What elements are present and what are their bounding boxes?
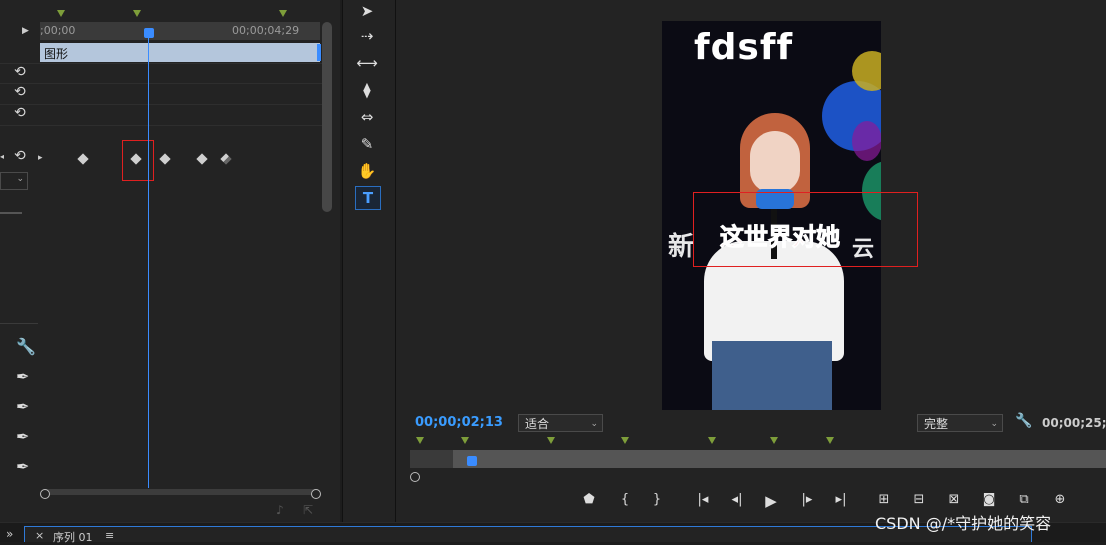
expand-panels-icon[interactable]: » — [6, 527, 13, 541]
nav-right-icon[interactable]: ▸ — [38, 153, 43, 163]
type-tool-icon[interactable]: T — [355, 186, 381, 210]
current-timecode[interactable]: 00;00;02;13 — [415, 415, 503, 430]
go-to-in-icon[interactable]: |◂ — [693, 492, 713, 507]
bokeh-light — [852, 121, 881, 161]
row-divider — [0, 104, 322, 105]
tab-menu-icon[interactable]: ≡ — [105, 529, 114, 542]
playhead-handle[interactable] — [144, 28, 154, 38]
duration-timecode: 00;00;25;1 — [1042, 416, 1106, 430]
vertical-scrollbar[interactable] — [322, 22, 332, 212]
eyedropper-icon[interactable]: ✒ — [16, 397, 29, 416]
clip-bar[interactable]: 图形 — [40, 43, 320, 62]
zoom-handle[interactable] — [410, 472, 420, 482]
nav-left-icon[interactable]: ◂ — [0, 152, 4, 161]
pen-tool-icon[interactable]: ✎ — [355, 133, 379, 155]
selection-tool-icon[interactable]: ➤ — [355, 0, 379, 22]
export-icon[interactable]: ⇱ — [303, 503, 313, 517]
marker[interactable] — [416, 437, 424, 444]
row-divider — [0, 63, 322, 64]
zoom-select[interactable]: 适合 ⌄ — [518, 414, 603, 432]
eyedropper-icon[interactable]: ✒ — [16, 427, 29, 446]
marker[interactable] — [826, 437, 834, 444]
dropdown-stub[interactable]: ⌄ — [0, 172, 28, 190]
audio-clip-icon[interactable]: ♪ — [276, 503, 284, 517]
marker[interactable] — [770, 437, 778, 444]
scroll-handle-right[interactable] — [311, 489, 321, 499]
close-icon[interactable]: × — [35, 529, 44, 542]
clip-end-handle[interactable] — [317, 44, 321, 61]
go-to-out-icon[interactable]: ▸| — [831, 492, 851, 507]
camera-icon[interactable]: ◙ — [979, 492, 999, 507]
settings-wrench-icon[interactable]: 🔧 — [1015, 413, 1032, 429]
step-forward-icon[interactable]: |▸ — [797, 492, 817, 507]
chevron-down-icon: ⌄ — [990, 419, 998, 429]
row-divider — [0, 83, 322, 84]
marker[interactable] — [461, 437, 469, 444]
hand-tool-icon[interactable]: ✋ — [355, 160, 379, 182]
razor-tool-icon[interactable]: ⧫ — [355, 79, 379, 101]
person-face — [750, 131, 800, 193]
lift-icon[interactable]: ⊠ — [944, 492, 964, 507]
wrench-icon[interactable]: 🔧 — [16, 337, 36, 356]
reset-icon[interactable]: ⟲ — [14, 105, 26, 121]
slider-stub[interactable] — [0, 212, 22, 214]
slip-tool-icon[interactable]: ⇔ — [355, 106, 379, 128]
reset-icon[interactable]: ⟲ — [14, 64, 26, 80]
play-only-icon[interactable]: ▶ — [22, 26, 29, 36]
clip-label: 图形 — [44, 47, 69, 61]
button-editor-icon[interactable]: ⊕ — [1050, 492, 1070, 507]
video-logo: fdsff — [694, 27, 794, 68]
highlight-box — [693, 192, 918, 267]
add-marker-icon[interactable]: ⬟ — [579, 492, 599, 507]
eyedropper-icon[interactable]: ✒ — [16, 457, 29, 476]
marker[interactable] — [547, 437, 555, 444]
horizontal-scrollbar[interactable] — [44, 489, 320, 495]
ruler-start-timecode: ;00;00 — [40, 24, 76, 37]
in-out-range[interactable] — [453, 450, 1106, 468]
overwrite-icon[interactable]: ⊟ — [909, 492, 929, 507]
compare-icon[interactable]: ⧉ — [1014, 492, 1034, 507]
play-icon[interactable]: ▶ — [761, 492, 781, 510]
highlight-box — [122, 140, 154, 181]
background-text: 新 — [668, 232, 695, 262]
section-divider — [0, 323, 38, 324]
playhead-line[interactable] — [148, 30, 149, 488]
insert-icon[interactable]: ⊞ — [874, 492, 894, 507]
marker[interactable] — [708, 437, 716, 444]
marker[interactable] — [133, 10, 141, 17]
eyedropper-icon[interactable]: ✒ — [16, 367, 29, 386]
person-jeans — [712, 341, 832, 410]
sequence-name: 序列 01 — [53, 531, 93, 544]
ruler-end-timecode: 00;00;04;29 — [232, 24, 300, 37]
watermark: CSDN @/*守护她的笑容 — [875, 514, 1052, 533]
mark-in-icon[interactable]: { — [615, 492, 635, 507]
marker[interactable] — [279, 10, 287, 17]
effect-controls-panel — [0, 0, 340, 522]
quality-select-value: 完整 — [924, 417, 949, 431]
mark-out-icon[interactable]: } — [647, 492, 667, 507]
chevron-down-icon: ⌄ — [590, 419, 598, 429]
monitor-playhead[interactable] — [467, 456, 477, 466]
step-back-icon[interactable]: ◂| — [727, 492, 747, 507]
marker[interactable] — [621, 437, 629, 444]
reset-icon[interactable]: ⟲ — [14, 148, 26, 164]
quality-select[interactable]: 完整 ⌄ — [917, 414, 1003, 432]
reset-icon[interactable]: ⟲ — [14, 84, 26, 100]
marker[interactable] — [57, 10, 65, 17]
ripple-edit-tool-icon[interactable]: ⟷ — [355, 52, 379, 74]
row-divider — [0, 125, 322, 126]
track-select-tool-icon[interactable]: ⇢ — [355, 25, 379, 47]
scroll-handle-left[interactable] — [40, 489, 50, 499]
zoom-select-value: 适合 — [525, 417, 550, 431]
